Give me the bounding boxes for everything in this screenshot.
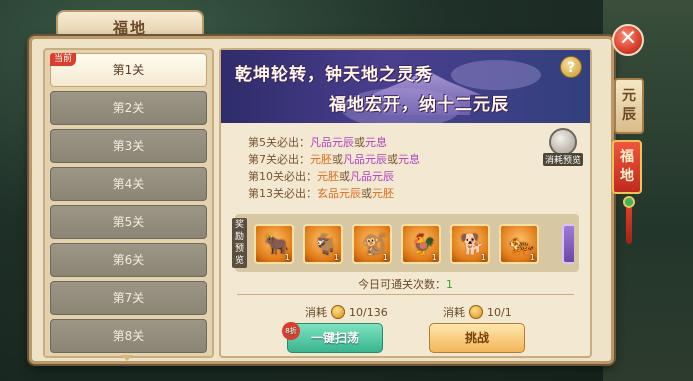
banner-line-2: 福地宏开，纳十二元辰 bbox=[329, 95, 509, 115]
stage-label: 第4关 bbox=[112, 177, 145, 191]
drop-item: 玄品元辰 bbox=[317, 187, 361, 200]
drop-prefix: 第10关必出： bbox=[248, 170, 317, 183]
stage-item-3[interactable]: 第3关 bbox=[50, 129, 207, 163]
reward-item[interactable]: 🐐 1 bbox=[303, 224, 343, 264]
drop-sep: 或 bbox=[332, 153, 343, 166]
stage-item-5[interactable]: 第5关 bbox=[50, 205, 207, 239]
drop-item: 元胚 bbox=[372, 187, 394, 200]
stage-label: 第2关 bbox=[112, 101, 145, 115]
window-title: 福地 bbox=[112, 19, 147, 37]
tassel-decoration bbox=[626, 208, 632, 244]
reward-item[interactable]: 🐕 1 bbox=[450, 224, 490, 264]
gold-ingot-icon bbox=[331, 305, 345, 319]
stage-label: 第8关 bbox=[112, 329, 145, 343]
stage-label: 第3关 bbox=[112, 139, 145, 153]
daily-clears: 今日可通关次数：1 bbox=[221, 276, 590, 292]
stage-item-8[interactable]: 第8关 bbox=[50, 319, 207, 353]
reward-preview-label: 奖励预览 bbox=[232, 218, 247, 268]
cost-value: 10/1 bbox=[487, 305, 512, 319]
stage-label: 第7关 bbox=[112, 291, 145, 305]
reward-item[interactable]: 🐅 1 bbox=[499, 224, 539, 264]
challenge-button-label: 挑战 bbox=[464, 331, 489, 345]
tab-yuanchen[interactable]: 元辰 bbox=[614, 78, 644, 134]
consume-preview-button[interactable]: 消耗预览 bbox=[543, 128, 583, 166]
consume-preview-label: 消耗预览 bbox=[543, 153, 583, 166]
stage-list: 当前 第1关 第2关 第3关 第4关 第5关 第6关 第7关 第8关 bbox=[43, 48, 214, 358]
drop-prefix: 第13关必出： bbox=[248, 187, 317, 200]
drop-item: 元胚 bbox=[317, 170, 339, 183]
tab-yuanchen-label: 元辰 bbox=[622, 88, 636, 123]
stage-label: 第6关 bbox=[112, 253, 145, 267]
reward-item[interactable]: 🐓 1 bbox=[401, 224, 441, 264]
book-icon bbox=[549, 128, 577, 156]
banner-line-1: 乾坤轮转，钟天地之灵秀 bbox=[235, 65, 433, 85]
jade-ornament-icon bbox=[623, 196, 635, 208]
reward-count: 1 bbox=[284, 253, 290, 262]
help-button[interactable]: ? bbox=[560, 56, 582, 78]
challenge-cost: 消耗 10/1 bbox=[443, 304, 512, 320]
drop-row: 第5关必出：凡品元辰或元息 bbox=[248, 134, 420, 151]
drop-item: 元息 bbox=[398, 153, 420, 166]
drop-row: 第7关必出：元胚或凡品元辰或元息 bbox=[248, 151, 420, 168]
reward-count: 1 bbox=[480, 253, 486, 262]
current-badge: 当前 bbox=[50, 53, 77, 66]
daily-clears-label: 今日可通关次数： bbox=[358, 278, 446, 291]
drop-prefix: 第7关必出： bbox=[248, 153, 310, 166]
one-click-sweep-button[interactable]: 8折 一键扫荡 bbox=[282, 322, 383, 353]
reward-item[interactable]: 🐂 1 bbox=[254, 224, 294, 264]
stage-item-6[interactable]: 第6关 bbox=[50, 243, 207, 277]
drop-item: 元胚 bbox=[310, 153, 332, 166]
reward-count: 1 bbox=[431, 253, 437, 262]
reward-count: 1 bbox=[382, 253, 388, 262]
drop-sep: 或 bbox=[354, 136, 365, 149]
stage-label: 第5关 bbox=[112, 215, 145, 229]
drop-item: 凡品元辰 bbox=[350, 170, 394, 183]
scroll-down-arrow-icon[interactable] bbox=[121, 355, 133, 361]
challenge-button[interactable]: 挑战 bbox=[429, 323, 525, 353]
daily-clears-value: 1 bbox=[446, 278, 453, 291]
close-button[interactable]: ✕ bbox=[612, 24, 644, 56]
reward-count: 1 bbox=[529, 253, 535, 262]
drop-sep: 或 bbox=[387, 153, 398, 166]
discount-badge: 8折 bbox=[282, 322, 300, 340]
tab-fudi[interactable]: 福地 bbox=[612, 140, 642, 194]
stage-label: 第1关 bbox=[112, 63, 145, 77]
cost-label: 消耗 bbox=[443, 306, 465, 319]
drop-prefix: 第5关必出： bbox=[248, 136, 310, 149]
drop-row: 第10关必出：元胚或凡品元辰 bbox=[248, 168, 420, 185]
stage-item-1[interactable]: 当前 第1关 bbox=[50, 53, 207, 87]
drop-sep: 或 bbox=[361, 187, 372, 200]
cost-value: 10/136 bbox=[349, 305, 388, 319]
drop-item: 元息 bbox=[365, 136, 387, 149]
cloud-decoration bbox=[451, 60, 541, 90]
drop-row: 第13关必出：玄品元辰或元胚 bbox=[248, 185, 420, 202]
reward-item[interactable]: 🐒 1 bbox=[352, 224, 392, 264]
drop-item: 凡品元辰 bbox=[343, 153, 387, 166]
drop-item: 凡品元辰 bbox=[310, 136, 354, 149]
reward-count: 1 bbox=[333, 253, 339, 262]
sweep-button-label: 一键扫荡 bbox=[310, 331, 359, 345]
guaranteed-drops: 第5关必出：凡品元辰或元息 第7关必出：元胚或凡品元辰或元息 第10关必出：元胚… bbox=[248, 134, 420, 202]
stage-item-2[interactable]: 第2关 bbox=[50, 91, 207, 125]
tab-fudi-label: 福地 bbox=[620, 149, 634, 184]
stage-item-7[interactable]: 第7关 bbox=[50, 281, 207, 315]
sweep-cost: 消耗 10/136 bbox=[305, 304, 388, 320]
cost-label: 消耗 bbox=[305, 306, 327, 319]
reward-item-partial[interactable] bbox=[562, 224, 574, 264]
stage-detail-panel: 乾坤轮转，钟天地之灵秀 福地宏开，纳十二元辰 ? 第5关必出：凡品元辰或元息 第… bbox=[219, 48, 592, 358]
banner: 乾坤轮转，钟天地之灵秀 福地宏开，纳十二元辰 ? bbox=[221, 50, 590, 123]
stage-item-4[interactable]: 第4关 bbox=[50, 167, 207, 201]
divider bbox=[237, 294, 574, 295]
gold-ingot-icon bbox=[469, 305, 483, 319]
drop-sep: 或 bbox=[339, 170, 350, 183]
